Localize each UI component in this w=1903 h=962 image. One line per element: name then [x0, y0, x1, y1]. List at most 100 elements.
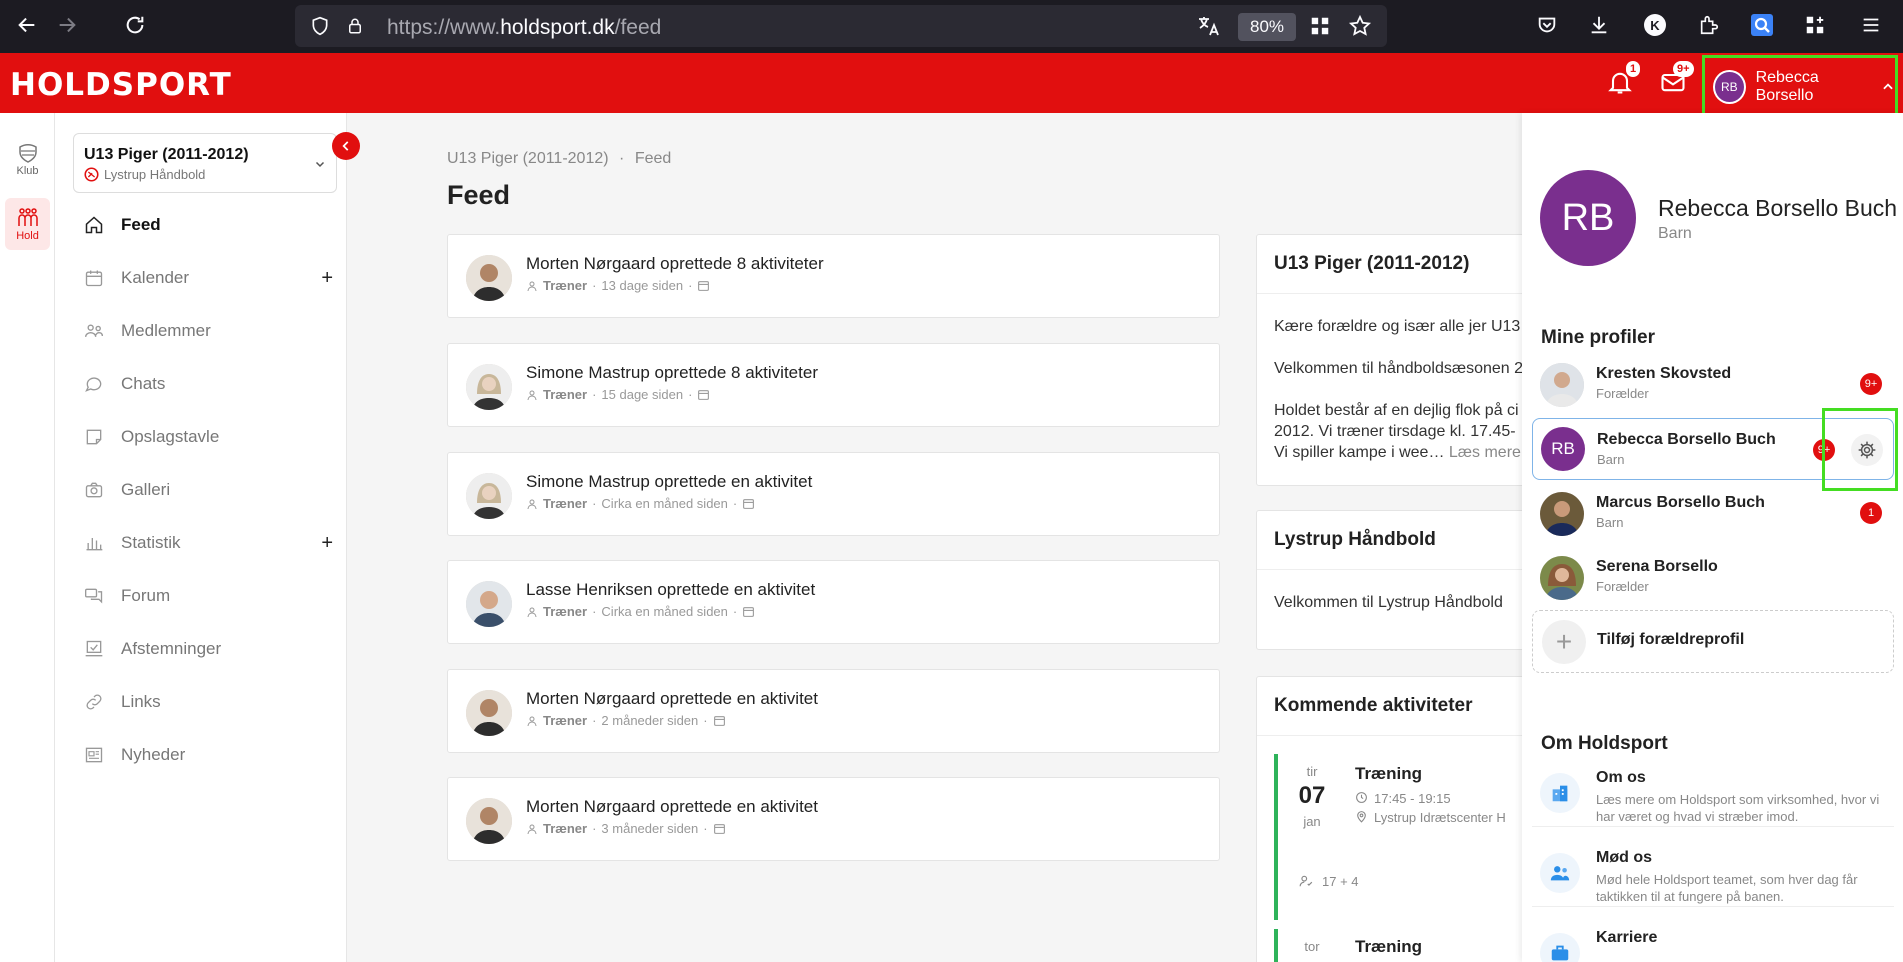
translate-icon[interactable] — [1193, 11, 1223, 41]
address-bar[interactable]: https://www.holdsport.dk/feed 80% — [295, 5, 1387, 47]
sidebar-item-medlemmer[interactable]: Medlemmer — [83, 315, 333, 347]
activity-item[interactable]: tor Træning — [1274, 929, 1554, 962]
team-name: U13 Piger (2011-2012) — [84, 146, 249, 163]
profile-badge: 1 — [1860, 502, 1882, 524]
lock-icon[interactable] — [340, 11, 370, 41]
team-info-card: U13 Piger (2011-2012) Kære forældre og i… — [1256, 234, 1556, 486]
read-more-link[interactable]: Læs mere — [1449, 444, 1521, 461]
feed-item-text: Morten Nørgaard oprettede en aktivitet — [526, 689, 818, 708]
download-icon[interactable] — [1584, 10, 1614, 40]
trainer-icon — [526, 280, 538, 292]
add-parent-profile-button[interactable]: + Tilføj forældreprofil — [1532, 610, 1894, 673]
upcoming-title: Kommende aktiviteter — [1257, 677, 1555, 736]
about-item-karriere[interactable]: Karriere — [1532, 921, 1894, 962]
about-item-mod-os[interactable]: Mød os Mød hele Holdsport teamet, som hv… — [1532, 841, 1894, 907]
holdsport-logo[interactable]: HOLDSPORT — [10, 67, 232, 103]
account-k-icon[interactable]: K — [1640, 10, 1670, 40]
profile-item[interactable]: Kresten Skovsted Forælder 9+ — [1532, 353, 1894, 413]
trainer-icon — [526, 823, 538, 835]
sidebar-item-chats[interactable]: Chats — [83, 368, 333, 400]
sidebar-item-kalender[interactable]: Kalender + — [83, 262, 333, 294]
zoom-level[interactable]: 80% — [1238, 13, 1296, 41]
feed-item[interactable]: Lasse Henriksen oprettede en aktivitet T… — [447, 560, 1220, 644]
back-icon[interactable] — [12, 10, 42, 40]
avatar — [466, 364, 512, 410]
link-icon — [83, 691, 105, 713]
add-ons-grid-icon[interactable] — [1800, 10, 1830, 40]
feed-item[interactable]: Simone Mastrup oprettede 8 aktiviteter T… — [447, 343, 1220, 427]
profile-dropdown-panel: RB Rebecca Borsello Buch Barn Mine profi… — [1522, 113, 1903, 962]
rail-item-hold[interactable]: Hold — [5, 198, 50, 250]
trainer-icon — [526, 606, 538, 618]
feed-item-text: Morten Nørgaard oprettede en aktivitet — [526, 797, 818, 816]
reader-view-icon[interactable] — [1305, 11, 1335, 41]
clock-icon — [1355, 791, 1368, 806]
reload-icon[interactable] — [120, 10, 150, 40]
feed-item-text: Lasse Henriksen oprettede en aktivitet — [526, 580, 816, 599]
browser-toolbar: https://www.holdsport.dk/feed 80% K — [0, 0, 1903, 53]
trainer-icon — [526, 715, 538, 727]
search-extension-icon[interactable] — [1747, 10, 1777, 40]
sidebar-item-galleri[interactable]: Galleri — [83, 474, 333, 506]
menu-icon[interactable] — [1856, 10, 1886, 40]
sidebar-item-feed[interactable]: Feed — [83, 209, 333, 241]
feed-item-text: Simone Mastrup oprettede 8 aktiviteter — [526, 363, 818, 382]
plus-icon: + — [1542, 620, 1586, 664]
club-team-rail: Klub Hold — [0, 113, 55, 962]
collapse-sidebar-button[interactable] — [332, 132, 360, 160]
sidebar-item-statistik[interactable]: Statistik + — [83, 527, 333, 559]
user-name: Rebecca Borsello — [1755, 69, 1819, 104]
team-card-title: U13 Piger (2011-2012) — [1257, 235, 1555, 294]
user-menu-toggle[interactable]: RB Rebecca Borsello — [1702, 55, 1898, 119]
feed-item[interactable]: Simone Mastrup oprettede en aktivitet Tr… — [447, 452, 1220, 536]
chevron-up-icon — [1881, 80, 1895, 94]
bookmark-star-icon[interactable] — [1345, 11, 1375, 41]
pocket-icon[interactable] — [1532, 10, 1562, 40]
stats-icon — [83, 532, 105, 554]
feed-item[interactable]: Morten Nørgaard oprettede en aktivitet T… — [447, 777, 1220, 861]
extensions-icon[interactable] — [1694, 10, 1724, 40]
add-calendar-icon[interactable]: + — [321, 267, 333, 290]
profile-item[interactable]: Serena Borsello Forælder — [1532, 546, 1894, 606]
sidebar-item-nyheder[interactable]: Nyheder — [83, 739, 333, 771]
about-item-om-os[interactable]: Om os Læs mere om Holdsport som virksomh… — [1532, 761, 1894, 827]
avatar — [1540, 363, 1584, 407]
calendar-icon — [83, 267, 105, 289]
rail-item-klub[interactable]: Klub — [5, 133, 50, 185]
club-name: Lystrup Håndbold — [104, 167, 206, 182]
avatar — [466, 473, 512, 519]
avatar — [466, 581, 512, 627]
activity-item[interactable]: tir 07 jan Træning 17:45 - 19:15 Lystrup… — [1274, 754, 1554, 920]
avatar: RB — [1713, 70, 1746, 104]
sidebar-item-links[interactable]: Links — [83, 686, 333, 718]
sidebar-item-afstemninger[interactable]: Afstemninger — [83, 633, 333, 665]
forward-icon[interactable] — [52, 10, 82, 40]
team-selector[interactable]: U13 Piger (2011-2012) Lystrup Håndbold — [73, 133, 337, 193]
members-icon — [83, 320, 105, 342]
feed-item[interactable]: Morten Nørgaard oprettede en aktivitet T… — [447, 669, 1220, 753]
add-statistik-icon[interactable]: + — [321, 532, 333, 555]
profile-item[interactable]: Marcus Borsello Buch Barn 1 — [1532, 482, 1894, 542]
team-sidebar: U13 Piger (2011-2012) Lystrup Håndbold F… — [55, 113, 347, 962]
sidebar-item-opslagstavle[interactable]: Opslagstavle — [83, 421, 333, 453]
url-text: https://www.holdsport.dk/feed — [387, 16, 662, 39]
attendance-icon — [1298, 874, 1314, 889]
chat-icon — [83, 373, 105, 395]
location-pin-icon — [1355, 810, 1368, 825]
avatar: RB — [1541, 427, 1585, 471]
team-people-icon — [1540, 853, 1580, 893]
feed-item[interactable]: Morten Nørgaard oprettede 8 aktiviteter … — [447, 234, 1220, 318]
breadcrumb-team[interactable]: U13 Piger (2011-2012) — [447, 150, 609, 167]
shield-icon[interactable] — [305, 11, 335, 41]
calendar-icon — [697, 279, 710, 292]
shield-icon — [16, 141, 40, 165]
poll-icon — [83, 638, 105, 660]
avatar — [466, 255, 512, 301]
sidebar-item-forum[interactable]: Forum — [83, 580, 333, 612]
breadcrumb: U13 Piger (2011-2012) · Feed — [447, 150, 672, 167]
app-header: HOLDSPORT 1 9+ — [0, 53, 1903, 113]
avatar — [1540, 492, 1584, 536]
feed-item-text: Simone Mastrup oprettede en aktivitet — [526, 472, 813, 491]
calendar-icon — [742, 605, 755, 618]
notice-board-icon — [83, 426, 105, 448]
